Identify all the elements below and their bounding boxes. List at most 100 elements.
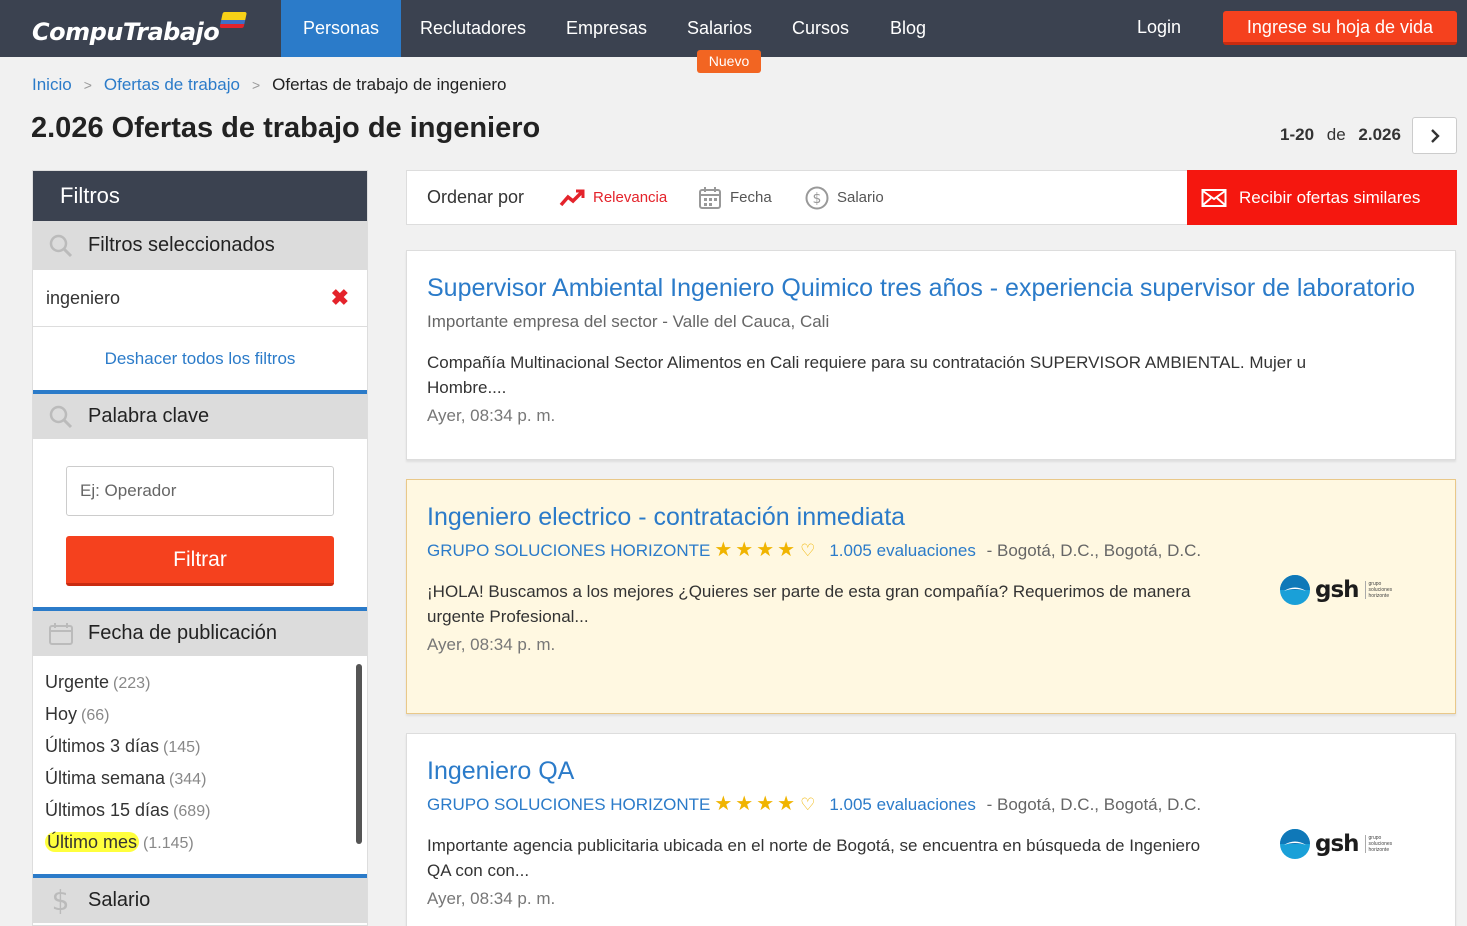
computrabajo-logo[interactable]: CompuTrabajo [32, 12, 248, 48]
calendar-icon [699, 186, 721, 209]
job-company-link[interactable]: GRUPO SOLUCIONES HORIZONTE [427, 541, 710, 560]
date-option-label: Últimos 3 días [45, 736, 160, 756]
pagination-of: de [1326, 125, 1346, 144]
job-meta: GRUPO SOLUCIONES HORIZONTE ★★★★ ♡ 1.005 eva… [427, 792, 1217, 817]
trend-icon [559, 189, 585, 206]
job-title-link[interactable]: Supervisor Ambiental Ingeniero Quimico t… [427, 273, 1435, 303]
date-option-ultimo-mes[interactable]: Último mes (1.145) [45, 826, 355, 858]
nav-salarios[interactable]: Salarios [687, 0, 752, 57]
date-option-label: Último mes [45, 832, 140, 852]
nav-cursos[interactable]: Cursos [792, 0, 849, 57]
keyword-body: Filtrar [33, 439, 367, 607]
date-section-header[interactable]: Fecha de publicación [33, 607, 367, 656]
sort-salary[interactable]: $ Salario [805, 171, 884, 224]
logo-text: CompuTrabajo [32, 18, 220, 46]
receive-similar-offers-label: Recibir ofertas similares [1239, 187, 1421, 207]
salary-section-header[interactable]: $ Salario [33, 874, 367, 923]
gsh-logo-icon [1280, 575, 1310, 605]
job-date: Ayer, 08:34 p. m. [427, 889, 556, 908]
date-option-label: Hoy [45, 704, 78, 724]
job-meta: Importante empresa del sector - Valle de… [427, 309, 1217, 334]
date-option-label: Última semana [45, 768, 166, 788]
dollar-icon: $ [805, 186, 829, 209]
job-card-featured[interactable]: Ingeniero electrico - contratación inmed… [406, 479, 1456, 714]
filter-list-scrollbar[interactable] [356, 664, 362, 844]
undo-all-filters-link[interactable]: Deshacer todos los filtros [33, 327, 367, 390]
evaluations-link[interactable]: 1.005 evaluaciones [829, 541, 976, 560]
breadcrumb-separator: > [251, 77, 261, 93]
sort-date[interactable]: Fecha [698, 171, 772, 224]
remove-filter-icon[interactable]: ✖ [331, 285, 349, 311]
date-option-count: (344) [169, 771, 207, 788]
nav-blog[interactable]: Blog [890, 0, 926, 57]
upload-cv-button[interactable]: Ingrese su hoja de vida [1223, 11, 1457, 45]
login-link[interactable]: Login [1137, 0, 1181, 57]
date-option-count: (66) [81, 707, 110, 724]
nav-reclutadores[interactable]: Reclutadores [420, 0, 526, 57]
job-company-link[interactable]: GRUPO SOLUCIONES HORIZONTE [427, 795, 710, 814]
results-count: 2.026 [31, 112, 104, 144]
breadcrumb-home[interactable]: Inicio [32, 75, 72, 95]
date-option-15-dias[interactable]: Últimos 15 días (689) [45, 794, 355, 826]
sort-date-label: Fecha [730, 189, 772, 206]
evaluations-link[interactable]: 1.005 evaluaciones [829, 795, 976, 814]
date-option-hoy[interactable]: Hoy (66) [45, 698, 355, 730]
date-option-3-dias[interactable]: Últimos 3 días (145) [45, 730, 355, 762]
nav-empresas[interactable]: Empresas [566, 0, 647, 57]
logo-subtext: grupo soluciones horizonte [1364, 581, 1401, 599]
page-title-text: Ofertas de trabajo de ingeniero [111, 112, 541, 144]
job-description: Compañía Multinacional Sector Alimentos … [427, 353, 1307, 397]
job-card[interactable]: Ingeniero QA GRUPO SOLUCIONES HORIZONTE ★… [406, 733, 1456, 926]
date-option-count: (145) [163, 739, 201, 756]
date-option-count: (223) [113, 675, 151, 692]
star-rating-icon: ★★★★ [714, 539, 799, 561]
search-icon [33, 233, 88, 259]
date-option-urgente[interactable]: Urgente (223) [45, 666, 355, 698]
nav-personas[interactable]: Personas [281, 0, 402, 57]
date-option-semana[interactable]: Última semana (344) [45, 762, 355, 794]
logo-text: gsh [1315, 577, 1360, 603]
job-description: Importante agencia publicitaria ubicada … [427, 836, 1201, 880]
receive-similar-offers-button[interactable]: Recibir ofertas similares [1187, 170, 1457, 225]
job-title-link[interactable]: Ingeniero QA [427, 756, 1435, 786]
breadcrumb-job-offers[interactable]: Ofertas de trabajo [104, 75, 240, 95]
job-meta: GRUPO SOLUCIONES HORIZONTE ★★★★ ♡ 1.005 eva… [427, 538, 1217, 563]
sort-relevance[interactable]: Relevancia [559, 171, 667, 224]
job-location: - Bogotá, D.C., Bogotá, D.C. [986, 541, 1202, 560]
star-rating-icon: ★★★★ [714, 793, 799, 815]
keyword-title: Palabra clave [88, 405, 210, 427]
keyword-section-header[interactable]: Palabra clave [33, 390, 367, 439]
filter-button[interactable]: Filtrar [66, 536, 334, 586]
svg-text:$: $ [813, 191, 822, 207]
date-filter-list: Urgente (223) Hoy (66) Últimos 3 días (145)… [33, 656, 367, 874]
heart-icon[interactable]: ♡ [800, 795, 815, 814]
logo-subtext: grupo soluciones horizonte [1364, 835, 1401, 853]
job-date: Ayer, 08:34 p. m. [427, 635, 556, 654]
dollar-icon: $ [51, 884, 70, 917]
selected-filters-header: Filtros seleccionados [33, 221, 367, 270]
job-title-link[interactable]: Ingeniero electrico - contratación inmed… [427, 502, 1435, 532]
date-title: Fecha de publicación [88, 622, 278, 644]
selected-filter-item: ingeniero ✖ [33, 270, 367, 327]
job-card[interactable]: Supervisor Ambiental Ingeniero Quimico t… [406, 250, 1456, 460]
mail-icon [1201, 188, 1227, 207]
breadcrumb-separator: > [83, 77, 92, 93]
filters-sidebar: Filtros Filtros seleccionados ingeniero … [32, 170, 368, 926]
search-icon [33, 404, 88, 430]
job-date: Ayer, 08:34 p. m. [427, 406, 556, 425]
keyword-input[interactable] [66, 466, 334, 516]
company-logo[interactable]: gsh grupo soluciones horizonte [1279, 572, 1409, 608]
job-company: Importante empresa del sector [427, 312, 658, 331]
job-description: ¡HOLA! Buscamos a los mejores ¿Quieres s… [427, 582, 1191, 626]
page-title: 2.026 Ofertas de trabajo de ingeniero [31, 112, 540, 145]
new-badge: Nuevo [697, 50, 761, 73]
selected-filter-value: ingeniero [46, 287, 121, 308]
filters-title: Filtros [33, 171, 367, 221]
pagination-range: 1-20 [1280, 125, 1315, 144]
date-option-label: Últimos 15 días [45, 800, 170, 820]
company-logo[interactable]: gsh grupo soluciones horizonte [1279, 826, 1409, 862]
next-page-button[interactable] [1412, 117, 1457, 154]
breadcrumb: Inicio > Ofertas de trabajo > Ofertas de… [32, 75, 507, 95]
heart-icon[interactable]: ♡ [800, 541, 815, 560]
chevron-right-icon [1430, 128, 1440, 143]
